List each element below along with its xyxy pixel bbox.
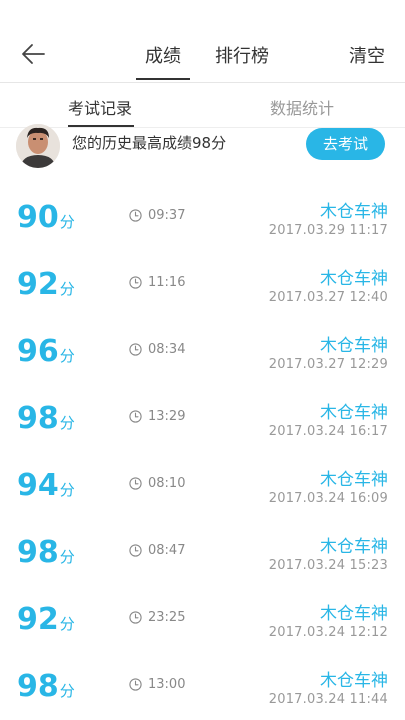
score: 90分 [17, 200, 75, 235]
score-unit: 分 [59, 280, 75, 298]
duration-text: 13:29 [148, 409, 186, 424]
score: 92分 [17, 267, 75, 302]
list-item[interactable]: 98分 13:00 木仓车神 2017.03.24 11:44 [0, 651, 405, 718]
record-title: 木仓车神 [320, 537, 388, 557]
score-unit: 分 [59, 414, 75, 432]
duration: 09:37 [129, 208, 185, 223]
duration: 08:47 [129, 543, 185, 558]
score-unit: 分 [59, 682, 75, 700]
duration-text: 11:16 [148, 275, 186, 290]
record-title: 木仓车神 [320, 604, 388, 624]
tab-active-indicator [136, 78, 190, 80]
duration: 08:10 [129, 476, 185, 491]
duration-text: 23:25 [148, 610, 186, 625]
clear-button[interactable]: 清空 [349, 42, 385, 68]
score-unit: 分 [59, 213, 75, 231]
duration-text: 09:37 [148, 208, 186, 223]
duration-text: 13:00 [148, 677, 186, 692]
record-title: 木仓车神 [320, 336, 388, 356]
record-title: 木仓车神 [320, 269, 388, 289]
score-value: 90 [17, 200, 59, 235]
clock-icon [129, 343, 142, 356]
score-unit: 分 [59, 347, 75, 365]
score-unit: 分 [59, 548, 75, 566]
score-value: 92 [17, 602, 59, 637]
avatar [16, 124, 60, 168]
list-item[interactable]: 96分 08:34 木仓车神 2017.03.27 12:29 [0, 316, 405, 383]
subtab-statistics[interactable]: 数据统计 [270, 95, 334, 119]
take-exam-button[interactable]: 去考试 [306, 128, 385, 160]
duration-text: 08:10 [148, 476, 186, 491]
score-unit: 分 [59, 615, 75, 633]
subtab-exam-records[interactable]: 考试记录 [68, 95, 132, 119]
list-item[interactable]: 92分 23:25 木仓车神 2017.03.24 12:12 [0, 584, 405, 651]
subtab-bar: 考试记录 数据统计 [0, 83, 405, 128]
best-score-banner: 您的历史最高成绩98分 去考试 [0, 124, 405, 168]
score-value: 98 [17, 401, 59, 436]
record-title: 木仓车神 [320, 403, 388, 423]
back-arrow-icon [22, 44, 45, 64]
score: 96分 [17, 334, 75, 369]
clock-icon [129, 611, 142, 624]
record-datetime: 2017.03.24 11:44 [268, 692, 388, 707]
record-datetime: 2017.03.24 15:23 [268, 558, 388, 573]
score-value: 98 [17, 669, 59, 704]
list-item[interactable]: 98分 08:47 木仓车神 2017.03.24 15:23 [0, 517, 405, 584]
status-bar [0, 0, 405, 24]
tab-scores[interactable]: 成绩 [145, 42, 181, 68]
list-item[interactable]: 92分 11:16 木仓车神 2017.03.27 12:40 [0, 249, 405, 316]
clock-icon [129, 477, 142, 490]
record-datetime: 2017.03.27 12:29 [268, 357, 388, 372]
record-datetime: 2017.03.29 11:17 [268, 223, 388, 238]
best-score-text: 您的历史最高成绩98分 [72, 134, 227, 152]
top-bar: 成绩 排行榜 清空 [0, 24, 405, 83]
back-button[interactable] [18, 40, 50, 68]
score: 94分 [17, 468, 75, 503]
clock-icon [129, 678, 142, 691]
clock-icon [129, 209, 142, 222]
record-title: 木仓车神 [320, 470, 388, 490]
score-value: 92 [17, 267, 59, 302]
list-item[interactable]: 98分 13:29 木仓车神 2017.03.24 16:17 [0, 383, 405, 450]
record-datetime: 2017.03.24 16:17 [268, 424, 388, 439]
score-value: 94 [17, 468, 59, 503]
duration: 23:25 [129, 610, 185, 625]
duration: 13:29 [129, 409, 185, 424]
clock-icon [129, 544, 142, 557]
duration: 13:00 [129, 677, 185, 692]
record-datetime: 2017.03.27 12:40 [268, 290, 388, 305]
duration-text: 08:47 [148, 543, 186, 558]
score: 98分 [17, 535, 75, 570]
score: 98分 [17, 401, 75, 436]
list-item[interactable]: 90分 09:37 木仓车神 2017.03.29 11:17 [0, 182, 405, 249]
duration: 11:16 [129, 275, 185, 290]
duration-text: 08:34 [148, 342, 186, 357]
avatar-image [16, 124, 60, 168]
record-datetime: 2017.03.24 12:12 [268, 625, 388, 640]
score: 92分 [17, 602, 75, 637]
record-datetime: 2017.03.24 16:09 [268, 491, 388, 506]
clock-icon [129, 410, 142, 423]
record-title: 木仓车神 [320, 202, 388, 222]
list-item[interactable]: 94分 08:10 木仓车神 2017.03.24 16:09 [0, 450, 405, 517]
score-value: 96 [17, 334, 59, 369]
tab-ranking[interactable]: 排行榜 [215, 42, 269, 68]
score: 98分 [17, 669, 75, 704]
duration: 08:34 [129, 342, 185, 357]
score-unit: 分 [59, 481, 75, 499]
exam-record-list: 90分 09:37 木仓车神 2017.03.29 11:17 92分 11:1… [0, 182, 405, 718]
clock-icon [129, 276, 142, 289]
score-value: 98 [17, 535, 59, 570]
record-title: 木仓车神 [320, 671, 388, 691]
